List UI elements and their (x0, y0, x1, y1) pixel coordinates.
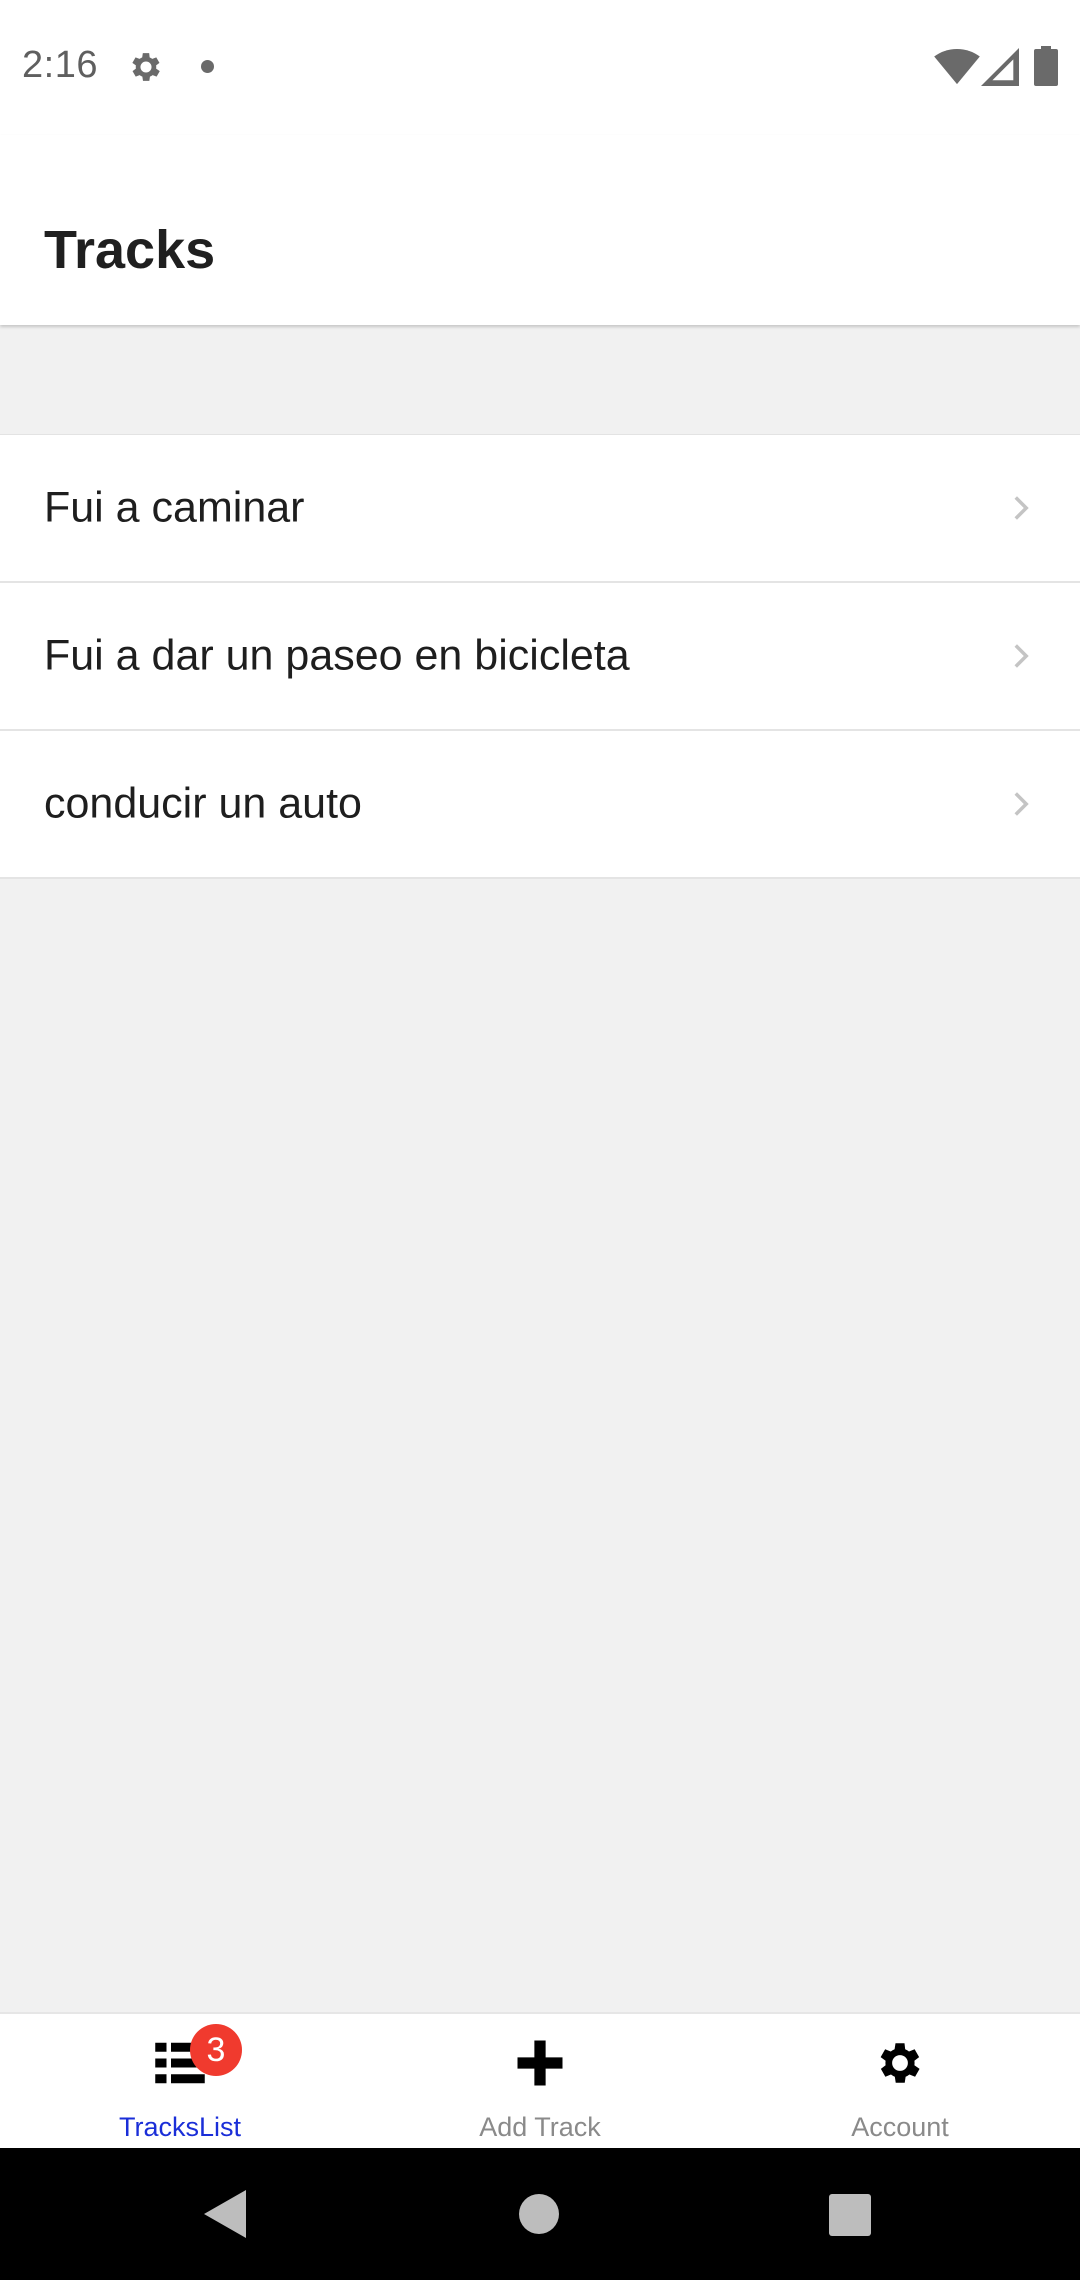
page-title: Tracks (44, 220, 216, 280)
settings-icon (132, 53, 160, 81)
screen: 2:16 Tracks Fui a caminar Fui a dar un p… (0, 0, 1080, 2280)
gear-icon (880, 2043, 920, 2083)
track-name: Fui a caminar (44, 483, 305, 532)
bottom-tab-bar: 3 TracksList Add Track Account (0, 2012, 1080, 2148)
track-name: Fui a dar un paseo en bicicleta (44, 631, 630, 680)
track-list: Fui a caminar Fui a dar un paseo en bici… (0, 434, 1080, 879)
battery-icon (1034, 46, 1058, 86)
unread-badge: 3 (190, 2024, 242, 2076)
tab-trackslist[interactable]: 3 TracksList (0, 2014, 360, 2148)
app-header: Tracks (0, 135, 1080, 325)
recent-apps-icon[interactable] (829, 2194, 871, 2236)
track-row[interactable]: Fui a dar un paseo en bicicleta (0, 583, 1080, 731)
tab-label: Account (851, 2112, 949, 2142)
back-icon[interactable] (204, 2190, 246, 2238)
status-time: 2:16 (22, 44, 98, 86)
tab-label: Add Track (479, 2112, 601, 2142)
tab-add-track[interactable]: Add Track (360, 2014, 720, 2148)
chevron-right-icon (1014, 496, 1029, 520)
track-row[interactable]: conducir un auto (0, 731, 1080, 879)
home-icon[interactable] (519, 2194, 559, 2234)
wifi-icon (934, 48, 980, 85)
track-row[interactable]: Fui a caminar (0, 435, 1080, 583)
tab-account[interactable]: Account (720, 2014, 1080, 2148)
tab-label: TracksList (118, 2112, 241, 2142)
chevron-right-icon (1014, 792, 1029, 816)
track-name: conducir un auto (44, 779, 362, 828)
notification-dot (201, 60, 214, 73)
plus-icon (517, 2040, 563, 2086)
system-nav-bar (0, 2148, 1080, 2280)
chevron-right-icon (1014, 644, 1029, 668)
signal-icon (981, 48, 1019, 86)
status-bar: 2:16 (0, 0, 1080, 135)
